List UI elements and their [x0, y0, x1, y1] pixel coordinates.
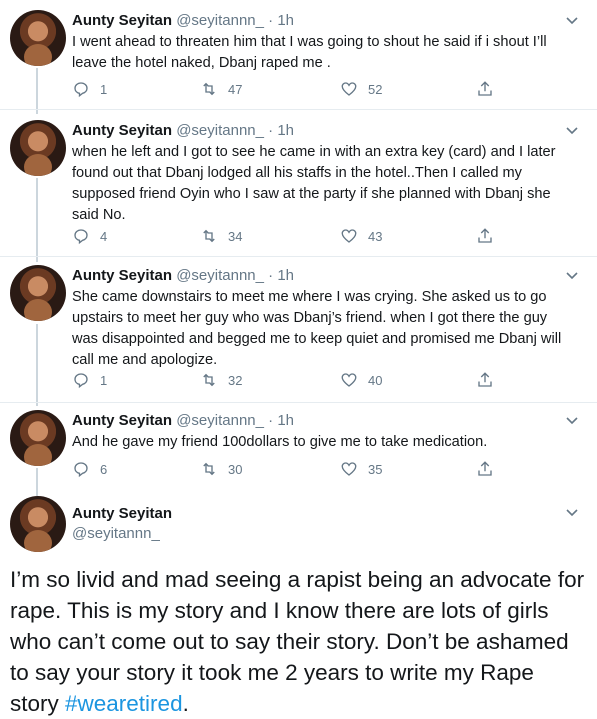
retweet-button[interactable]: 34	[200, 227, 242, 245]
avatar[interactable]	[10, 120, 66, 176]
tweet[interactable]: Aunty Seyitan @seyitannn_ · 1h I went ah…	[0, 0, 597, 110]
retweet-icon	[203, 82, 215, 96]
like-button[interactable]: 52	[340, 80, 382, 98]
user-name[interactable]: Aunty Seyitan	[72, 122, 172, 139]
tweet-header: Aunty Seyitan @seyitannn_ · 1h	[72, 267, 294, 284]
retweet-count: 30	[228, 461, 243, 477]
chevron-down-icon[interactable]	[565, 506, 579, 520]
tweet-header: Aunty Seyitan @seyitannn_ · 1h	[72, 412, 294, 429]
main-tweet[interactable]: Aunty Seyitan @seyitannn_ I’m so livid a…	[0, 492, 597, 719]
share-icon	[478, 81, 492, 96]
reply-icon	[74, 462, 88, 478]
share-icon	[478, 461, 492, 476]
reply-button[interactable]: 1	[72, 371, 107, 389]
retweet-count: 32	[228, 372, 243, 388]
share-button[interactable]	[476, 227, 494, 245]
reply-button[interactable]: 1	[72, 80, 107, 98]
retweet-button[interactable]: 47	[200, 80, 242, 98]
share-icon	[478, 228, 492, 243]
user-handle[interactable]: @seyitannn_	[72, 524, 172, 544]
user-name[interactable]: Aunty Seyitan	[72, 267, 172, 284]
tweet-actions: 4 34 43	[72, 227, 512, 247]
like-icon	[341, 373, 357, 387]
user-handle[interactable]: @seyitannn_	[176, 267, 264, 284]
avatar[interactable]	[10, 265, 66, 321]
share-button[interactable]	[476, 80, 494, 98]
share-button[interactable]	[476, 371, 494, 389]
tweet-trailing: .	[182, 691, 189, 716]
like-count: 43	[368, 228, 383, 244]
like-count: 35	[368, 461, 383, 477]
tweet-header: Aunty Seyitan @seyitannn_ · 1h	[72, 122, 294, 139]
avatar[interactable]	[10, 496, 66, 552]
share-button[interactable]	[476, 460, 494, 478]
reply-count: 1	[100, 372, 108, 388]
user-name[interactable]: Aunty Seyitan	[72, 12, 172, 29]
retweet-icon	[203, 229, 215, 243]
retweet-icon	[203, 462, 215, 476]
tweet-actions: 6 30 35	[72, 460, 512, 480]
reply-button[interactable]: 4	[72, 227, 107, 245]
reply-icon	[74, 229, 88, 245]
chevron-down-icon[interactable]	[565, 269, 579, 283]
tweet-text: I went ahead to threaten him that I was …	[72, 34, 547, 71]
retweet-button[interactable]: 30	[200, 460, 242, 478]
share-icon	[478, 372, 492, 387]
tweet-actions: 1 32 40	[72, 371, 512, 391]
like-icon	[341, 229, 357, 243]
user-handle[interactable]: @seyitannn_	[176, 12, 264, 29]
chevron-down-icon[interactable]	[565, 124, 579, 138]
timestamp[interactable]: · 1h	[268, 12, 294, 29]
like-button[interactable]: 40	[340, 371, 382, 389]
retweet-count: 34	[228, 228, 243, 244]
timestamp[interactable]: · 1h	[268, 267, 294, 284]
reply-icon	[74, 82, 88, 98]
like-count: 40	[368, 372, 383, 388]
tweet[interactable]: Aunty Seyitan @seyitannn_ · 1h And he ga…	[0, 403, 597, 492]
tweet-text: And he gave my friend 100dollars to give…	[72, 434, 488, 450]
retweet-count: 47	[228, 81, 243, 97]
reply-icon	[74, 373, 88, 389]
chevron-down-icon[interactable]	[565, 414, 579, 428]
like-icon	[341, 462, 357, 476]
tweet-header: Aunty Seyitan @seyitannn_ · 1h	[72, 12, 294, 29]
tweet-actions: 1 47 52	[72, 80, 512, 100]
user-name[interactable]: Aunty Seyitan	[72, 412, 172, 429]
retweet-button[interactable]: 32	[200, 371, 242, 389]
reply-count: 1	[100, 81, 108, 97]
retweet-icon	[203, 373, 215, 387]
like-button[interactable]: 43	[340, 227, 382, 245]
tweet-text: I’m so livid and mad seeing a rapist bei…	[10, 564, 585, 719]
like-button[interactable]: 35	[340, 460, 382, 478]
tweet-header: Aunty Seyitan @seyitannn_	[72, 504, 172, 544]
like-count: 52	[368, 81, 383, 97]
user-name[interactable]: Aunty Seyitan	[72, 504, 172, 524]
avatar[interactable]	[10, 10, 66, 66]
reply-count: 6	[100, 461, 108, 477]
timestamp[interactable]: · 1h	[268, 122, 294, 139]
tweet[interactable]: Aunty Seyitan @seyitannn_ · 1h when he l…	[0, 110, 597, 257]
tweet-text: when he left and I got to see he came in…	[72, 144, 556, 223]
tweet[interactable]: Aunty Seyitan @seyitannn_ · 1h She came …	[0, 257, 597, 403]
avatar[interactable]	[10, 410, 66, 466]
like-icon	[341, 82, 357, 96]
reply-count: 4	[100, 228, 108, 244]
hashtag-link[interactable]: #wearetired	[65, 691, 183, 716]
user-handle[interactable]: @seyitannn_	[176, 412, 264, 429]
chevron-down-icon[interactable]	[565, 14, 579, 28]
tweet-text: She came downstairs to meet me where I w…	[72, 289, 562, 368]
timestamp[interactable]: · 1h	[268, 412, 294, 429]
user-handle[interactable]: @seyitannn_	[176, 122, 264, 139]
reply-button[interactable]: 6	[72, 460, 107, 478]
